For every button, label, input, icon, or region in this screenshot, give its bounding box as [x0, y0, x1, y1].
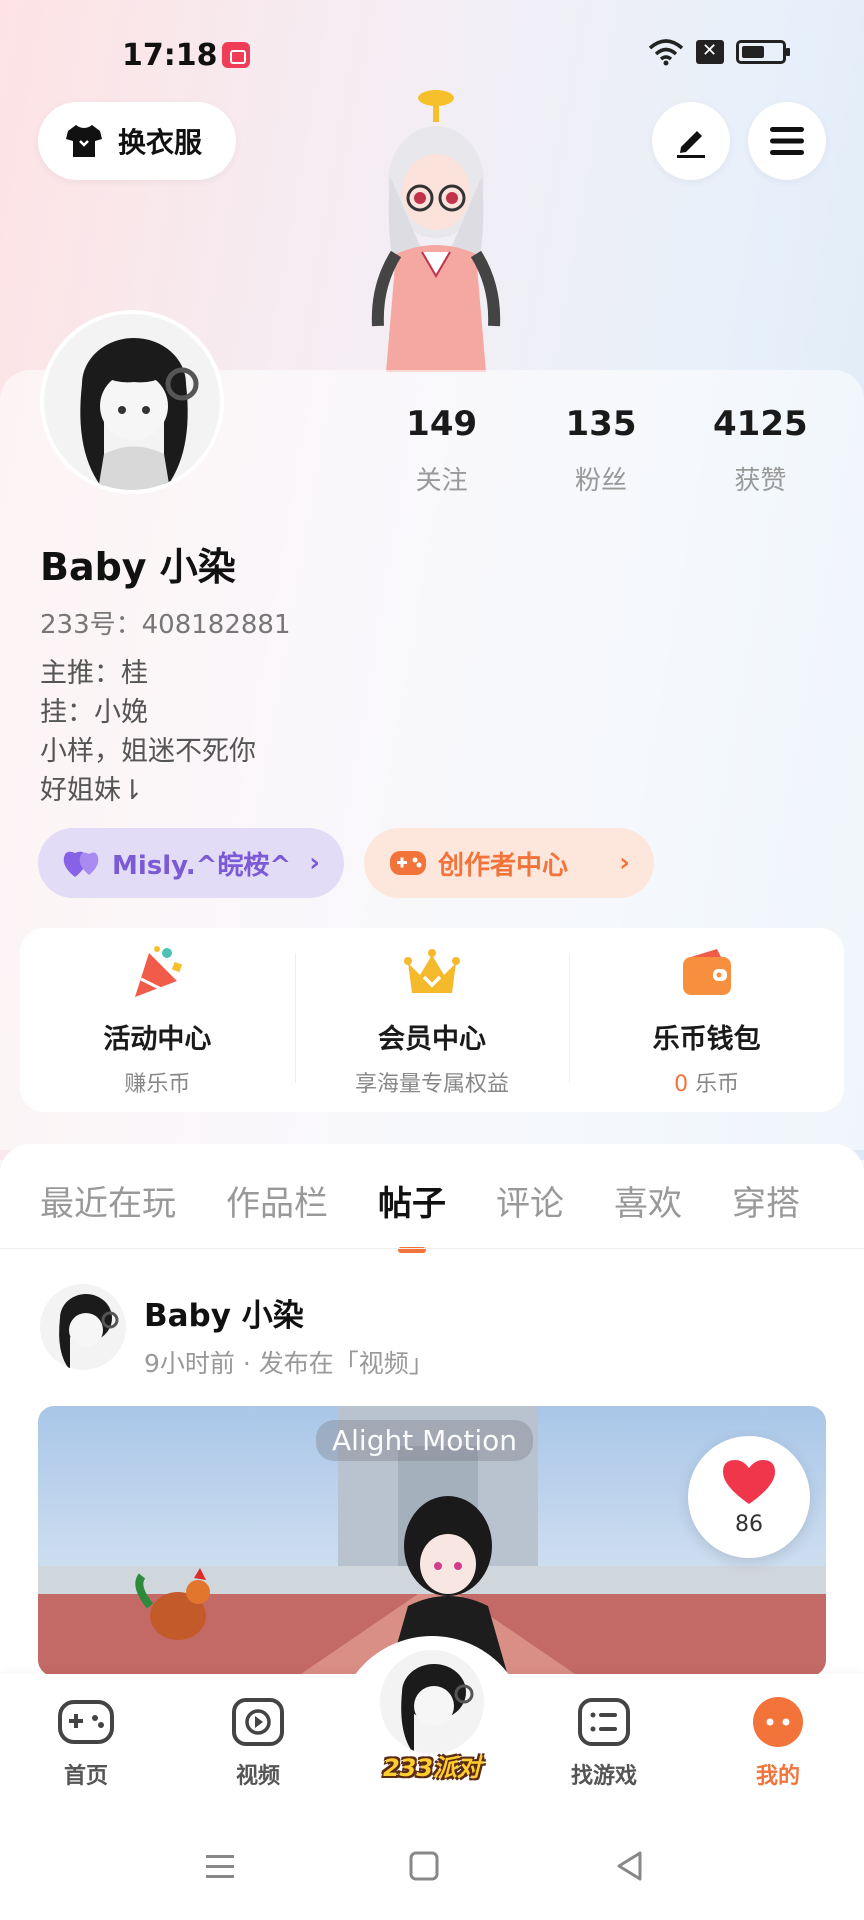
- service-card: 活动中心 赚乐币 会员中心 享海量专属权益 乐币钱包 0 乐币: [20, 928, 844, 1112]
- coin-unit: 乐币: [688, 1071, 740, 1097]
- coin-wallet-title: 乐币钱包: [652, 1023, 761, 1055]
- tab-outfits[interactable]: 穿搭: [732, 1176, 800, 1239]
- chevron-right-icon: ›: [619, 848, 630, 878]
- tab-likes[interactable]: 喜欢: [614, 1176, 682, 1239]
- avatar-character-image[interactable]: [336, 86, 536, 372]
- activity-center-title: 活动中心: [103, 1023, 212, 1055]
- vip-center-sub: 享海量专属权益: [355, 1071, 510, 1097]
- tab-recently-played[interactable]: 最近在玩: [40, 1176, 176, 1239]
- followers-label: 粉丝: [574, 466, 627, 496]
- back-icon[interactable]: [610, 1846, 650, 1886]
- nav-home-label: 首页: [63, 1764, 108, 1789]
- like-button[interactable]: 86: [688, 1436, 810, 1558]
- party-avatar: [380, 1650, 484, 1754]
- status-time: 17:18: [122, 38, 218, 73]
- edit-profile-button[interactable]: [652, 102, 730, 180]
- me-icon: [753, 1697, 803, 1747]
- user-bio: 主推：桂 挂：小娩 小样，姐迷不死你 好姐妹⇂: [40, 654, 256, 810]
- nav-video-label: 视频: [235, 1764, 280, 1789]
- heart-icon: [723, 1459, 775, 1504]
- nav-me[interactable]: 我的: [718, 1696, 838, 1790]
- home-icon[interactable]: [404, 1846, 444, 1886]
- post-meta: 9小时前 · 发布在「视频」: [144, 1349, 434, 1378]
- creator-center-label: 创作者中心: [438, 850, 569, 881]
- username: Baby 小染: [40, 545, 236, 589]
- vip-center-title: 会员中心: [378, 1023, 486, 1055]
- activity-center-sub: 赚乐币: [124, 1071, 191, 1097]
- guild-chip[interactable]: Misly.^皖桉^ ›: [38, 828, 344, 898]
- tab-comments[interactable]: 评论: [496, 1176, 564, 1239]
- guild-name: Misly.^皖桉^: [112, 850, 292, 881]
- no-sim-icon: [696, 40, 724, 64]
- likes-label: 获赞: [734, 466, 787, 496]
- likes-count: 4125: [713, 404, 808, 444]
- following-count: 149: [406, 404, 478, 444]
- wallet-icon: [682, 948, 731, 995]
- coin-wallet[interactable]: 乐币钱包 0 乐币: [569, 943, 844, 1098]
- coin-balance: 0: [674, 1071, 689, 1097]
- hamburger-menu-icon: [770, 127, 804, 155]
- game-controller-icon: [390, 851, 426, 875]
- following-stat[interactable]: 149 关注: [362, 404, 521, 497]
- chevron-right-icon: ›: [309, 848, 320, 878]
- bio-line: 主推：桂: [40, 658, 148, 689]
- bio-line: 好姐妹⇂: [40, 775, 144, 806]
- change-outfit-label: 换衣服: [118, 126, 203, 159]
- tab-works[interactable]: 作品栏: [226, 1176, 328, 1239]
- user-id[interactable]: 233号：408182881: [40, 604, 291, 641]
- nav-find-games-label: 找游戏: [570, 1764, 637, 1789]
- creator-center-chip[interactable]: 创作者中心 ›: [364, 828, 654, 898]
- status-indicators: [648, 38, 790, 66]
- profile-stats: 149 关注 135 粉丝 4125 获赞: [380, 404, 840, 497]
- vip-center[interactable]: 会员中心 享海量专属权益: [294, 943, 570, 1098]
- user-avatar[interactable]: [40, 310, 224, 494]
- media-watermark: Alight Motion: [316, 1420, 534, 1461]
- recent-apps-icon[interactable]: [200, 1846, 240, 1886]
- bio-line: 挂：小娩: [40, 697, 148, 728]
- menu-button[interactable]: [748, 102, 826, 180]
- followers-count: 135: [565, 404, 637, 444]
- bio-line: 小样，姐迷不死你: [40, 736, 256, 767]
- change-outfit-button[interactable]: 换衣服: [38, 102, 236, 180]
- pencil-icon: [677, 131, 705, 158]
- likes-stat[interactable]: 4125 获赞: [681, 404, 840, 497]
- list-icon: [578, 1698, 630, 1746]
- tab-posts[interactable]: 帖子: [378, 1176, 446, 1239]
- post-author-avatar[interactable]: [40, 1284, 126, 1370]
- nav-video[interactable]: 视频: [198, 1696, 318, 1790]
- play-icon: [232, 1698, 284, 1746]
- like-count: 86: [735, 1511, 763, 1537]
- followers-stat[interactable]: 135 粉丝: [521, 404, 680, 497]
- battery-icon: [736, 40, 790, 64]
- nav-party-label: 233派对: [382, 1754, 482, 1782]
- post-author-name[interactable]: Baby 小染: [144, 1290, 304, 1335]
- activity-center[interactable]: 活动中心 赚乐币: [20, 943, 295, 1098]
- screen-record-icon: [222, 42, 250, 68]
- party-popper-icon: [135, 945, 183, 997]
- nav-home[interactable]: 首页: [26, 1696, 146, 1790]
- nav-find-games[interactable]: 找游戏: [544, 1696, 664, 1790]
- tabs-divider: [0, 1248, 864, 1249]
- profile-tabs: 最近在玩 作品栏 帖子 评论 喜欢 穿搭: [0, 1164, 864, 1250]
- following-label: 关注: [415, 466, 468, 496]
- coin-wallet-sub: 0 乐币: [569, 1066, 844, 1098]
- nav-party[interactable]: 233派对: [362, 1650, 502, 1783]
- nav-me-label: 我的: [755, 1764, 800, 1789]
- crown-icon: [404, 948, 460, 993]
- tshirt-icon: [66, 125, 102, 157]
- double-heart-icon: [63, 851, 99, 877]
- gamepad-icon: [58, 1700, 114, 1744]
- wifi-icon: [648, 39, 684, 66]
